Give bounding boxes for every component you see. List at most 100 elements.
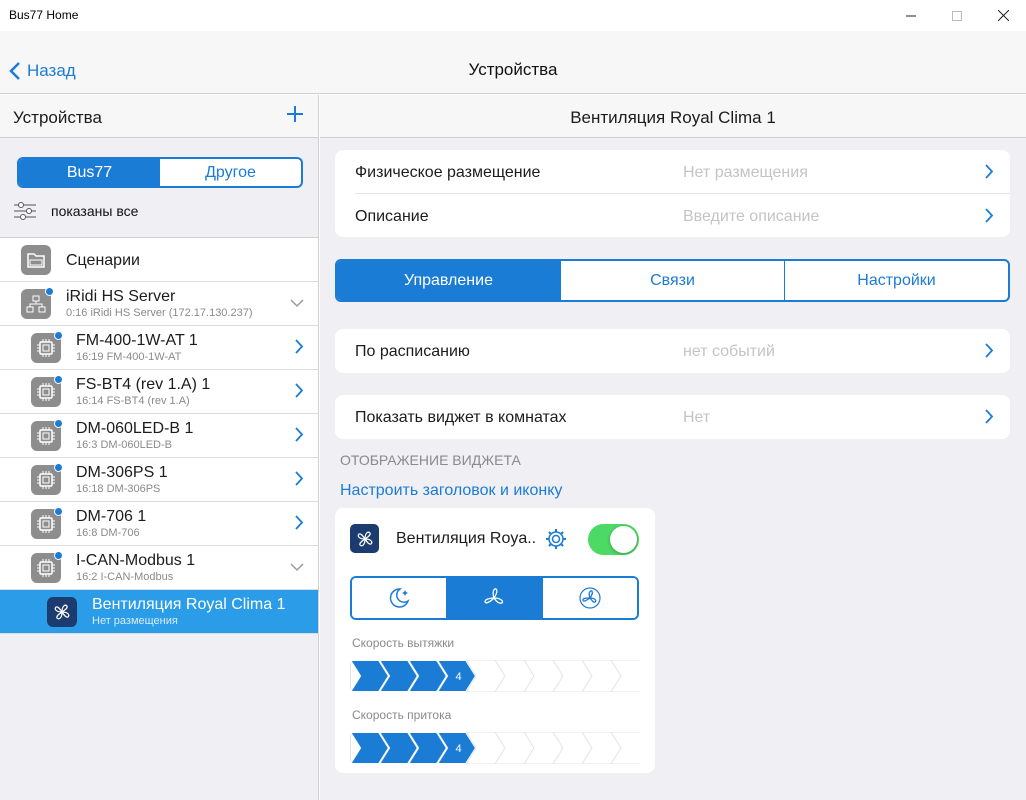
close-icon [997,10,1009,21]
supply-speed-slider[interactable]: 4 [350,732,640,764]
source-segmented-control: Bus77 Другое [17,157,303,188]
tab-settings[interactable]: Настройки [784,261,1008,300]
maximize-icon [952,10,962,21]
show-widget-card[interactable]: Показать виджет в комнатах Нет [335,395,1010,439]
tab-control[interactable]: Управление [337,261,560,300]
status-dot [45,287,54,296]
show-widget-value: Нет [683,409,711,426]
list-item-subtitle: 16:3 DM-060LED-B [76,439,172,451]
list-item-subtitle: 0:16 iRidi HS Server (172.17.130.237) [66,307,253,319]
chevron-right-icon [295,383,304,398]
night-mode-icon [389,588,410,608]
exhaust-speed-label: Скорость вытяжки [352,636,455,650]
ventilation-widget: Вентиляция Roya.. Скорость вытяжки 4 Ско… [335,508,655,773]
mode-fan-button[interactable] [446,578,542,618]
list-item-device[interactable]: FM-400-1W-AT 1 16:19 FM-400-1W-AT [0,326,318,370]
add-device-button[interactable] [286,104,304,128]
speed-value-label: 4 [456,743,462,755]
fan-icon [484,588,504,604]
sidebar-title: Устройства [13,108,102,127]
chevron-right-icon [985,409,994,424]
filter-button[interactable]: показаны все [13,201,138,221]
configure-title-icon-link[interactable]: Настроить заголовок и иконку [340,482,562,500]
list-item-subtitle: 16:18 DM-306PS [76,483,161,495]
gear-icon[interactable] [544,527,568,551]
list-item-label: DM-060LED-B 1 [76,420,194,437]
device-list: Сценарии iRidi HS Server 0:16 iRidi HS S… [0,237,318,634]
close-button[interactable] [980,0,1026,31]
maximize-button[interactable] [934,0,980,31]
folder-icon [21,245,51,275]
minimize-button[interactable] [888,0,934,31]
supply-speed-label: Скорость притока [352,708,452,722]
status-dot [54,375,63,384]
detail-tabs: Управление Связи Настройки [335,259,1010,302]
status-dot [54,419,63,428]
plus-icon [287,106,303,122]
description-row[interactable]: Описание Введите описание [335,194,1010,238]
chevron-down-icon[interactable] [290,299,304,308]
chevron-right-icon [985,164,994,179]
placement-row[interactable]: Физическое размещение Нет размещения [355,150,1010,194]
page-title: Устройства [468,60,558,79]
list-item-subtitle: 16:14 FS-BT4 (rev 1.A) [76,395,190,407]
widget-power-toggle[interactable] [588,524,639,555]
segment-bus77[interactable]: Bus77 [19,159,160,186]
device-detail: Вентиляция Royal Clima 1 Физическое разм… [320,95,1026,800]
widget-section-label: ОТОБРАЖЕНИЕ ВИДЖЕТА [340,452,521,468]
toggle-knob [610,526,637,553]
chevron-right-icon [295,339,304,354]
status-dot [54,551,63,560]
detail-title: Вентиляция Royal Clima 1 [320,95,1026,138]
show-widget-label: Показать виджет в комнатах [355,409,567,426]
list-item-label: Сценарии [66,252,140,269]
chevron-right-icon [985,208,994,223]
description-label: Описание [355,208,429,225]
chevron-right-icon [295,427,304,442]
list-item-device[interactable]: DM-706 1 16:8 DM-706 [0,502,318,546]
window-titlebar: Bus77 Home [0,0,1026,31]
list-item-device[interactable]: I-CAN-Modbus 1 16:2 I-CAN-Modbus [0,546,318,590]
chevron-down-icon[interactable] [290,563,304,572]
list-item-server[interactable]: iRidi HS Server 0:16 iRidi HS Server (17… [0,282,318,326]
list-item-device[interactable]: DM-060LED-B 1 16:3 DM-060LED-B [0,414,318,458]
exhaust-speed-slider[interactable]: 4 [350,660,640,692]
info-card: Физическое размещение Нет размещения Опи… [335,150,1010,237]
status-dot [54,463,63,472]
app-title: Bus77 Home [9,8,79,22]
list-item-device[interactable]: FS-BT4 (rev 1.A) 1 16:14 FS-BT4 (rev 1.A) [0,370,318,414]
fan-icon [47,597,77,627]
filter-sliders-icon [14,202,36,220]
list-item-subtitle: 16:2 I-CAN-Modbus [76,571,174,583]
list-item-label: DM-306PS 1 [76,464,168,481]
status-dot [54,331,63,340]
list-item-subtitle: 16:8 DM-706 [76,527,140,539]
mode-night-button[interactable] [352,578,447,618]
description-placeholder: Введите описание [683,208,820,225]
segment-other[interactable]: Другое [160,159,301,186]
list-item-scenarios[interactable]: Сценарии [0,238,318,282]
list-item-device[interactable]: DM-306PS 1 16:18 DM-306PS [0,458,318,502]
fan-turbo-icon [579,587,601,609]
navigation-bar: Назад Устройства [0,31,1026,94]
filter-label: показаны все [51,203,139,219]
minimize-icon [906,15,916,16]
list-item-label: FM-400-1W-AT 1 [76,332,198,349]
list-item-subtitle: Нет размещения [92,615,178,627]
placement-label: Физическое размещение [355,164,541,181]
schedule-label: По расписанию [355,343,470,360]
speed-value-label: 4 [456,671,462,683]
placement-value: Нет размещения [683,164,808,181]
mode-turbo-button[interactable] [541,578,637,618]
list-item-label: FS-BT4 (rev 1.A) 1 [76,376,211,393]
widget-title: Вентиляция Roya.. [396,530,537,547]
schedule-card[interactable]: По расписанию нет событий [335,329,1010,373]
list-item-ventilation-selected[interactable]: Вентиляция Royal Clima 1 Нет размещения [0,590,318,634]
list-item-label: DM-706 1 [76,508,147,525]
sidebar-header: Устройства [0,95,318,138]
list-item-label: I-CAN-Modbus 1 [76,552,196,569]
list-item-subtitle: 16:19 FM-400-1W-AT [76,351,182,363]
chevron-right-icon [295,515,304,530]
tab-links[interactable]: Связи [560,261,784,300]
mode-selector [350,576,639,620]
